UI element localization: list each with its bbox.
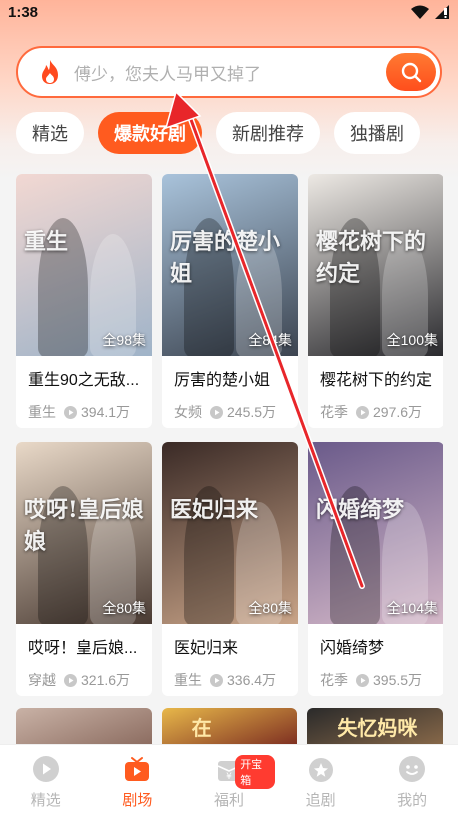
tab-featured[interactable]: 精选 — [16, 112, 84, 154]
nav-label: 福利 — [213, 792, 244, 809]
play-count-icon — [210, 405, 223, 419]
category-tabs: 精选 爆款好剧 新剧推荐 独播剧 — [16, 112, 458, 154]
episode-count: 全104集 — [386, 600, 438, 616]
drama-title: 哎呀！皇后娘... — [28, 640, 138, 657]
nav-label: 剧场 — [122, 792, 153, 809]
poster-title: 厉害的楚小姐 — [170, 229, 281, 287]
drama-title: 闪婚绮梦 — [320, 640, 385, 657]
status-time: 1:38 — [8, 3, 39, 21]
search-bar[interactable]: 傅少，您夫人马甲又掉了 — [16, 46, 442, 98]
drama-poster-partial[interactable] — [16, 708, 152, 748]
drama-meta: 重生 336.4万 — [162, 658, 298, 690]
drama-meta: 重生 394.1万 — [16, 390, 152, 422]
face-icon — [399, 756, 426, 782]
drama-title: 医妃归来 — [174, 640, 239, 657]
drama-title: 樱花树下的约定 — [320, 372, 433, 389]
episode-count: 全100集 — [386, 332, 438, 348]
tab-exclusive[interactable]: 独播剧 — [334, 112, 420, 154]
svg-text:¥: ¥ — [226, 772, 232, 782]
search-input[interactable]: 傅少，您夫人马甲又掉了 — [74, 60, 386, 85]
episode-count: 全80集 — [248, 600, 292, 616]
drama-meta: 穿越 321.6万 — [16, 658, 152, 690]
play-count-icon — [356, 673, 369, 687]
poster-title: 哎呀!皇后娘娘 — [24, 497, 144, 555]
status-icons — [411, 4, 450, 20]
nav-featured[interactable]: 精选 — [0, 745, 92, 820]
drama-title: 厉害的楚小姐 — [174, 372, 271, 389]
star-icon — [308, 758, 333, 782]
bottom-navigation: 精选 剧场 ¥ 开宝箱 福利 追剧 我的 — [0, 744, 458, 820]
nav-label: 精选 — [30, 792, 61, 809]
play-count-icon — [210, 673, 223, 687]
view-count: 245.5万 — [227, 404, 277, 420]
drama-genre: 重生 — [28, 404, 56, 420]
drama-poster: 闪婚绮梦 全104集 — [308, 442, 443, 624]
nav-welfare[interactable]: ¥ 开宝箱 福利 — [183, 745, 275, 820]
battery-icon — [435, 5, 449, 19]
drama-card[interactable]: 闪婚绮梦 全104集 闪婚绮梦 花季 395.5万 — [308, 442, 443, 696]
drama-genre: 花季 — [320, 404, 348, 420]
episode-count: 全80集 — [102, 600, 146, 616]
episode-count: 全84集 — [248, 332, 292, 348]
treasure-box-badge: 开宝箱 — [235, 755, 275, 789]
next-row-partial: 在 失忆妈咪 — [16, 708, 444, 748]
nav-label: 我的 — [397, 792, 428, 809]
status-bar: 1:38 — [0, 0, 458, 24]
play-count-icon — [64, 673, 77, 687]
drama-genre: 花季 — [320, 672, 348, 688]
poster-title: 在 — [191, 716, 212, 740]
drama-meta: 花季 297.6万 — [308, 390, 443, 422]
drama-poster-partial[interactable]: 在 — [161, 708, 298, 748]
drama-card[interactable]: 樱花树下的约定 全100集 樱花树下的约定 花季 297.6万 — [308, 174, 443, 428]
poster-title: 医妃归来 — [170, 497, 259, 523]
drama-title: 重生90之无敌... — [28, 372, 140, 389]
play-count-icon — [64, 405, 77, 419]
fire-icon — [42, 60, 58, 84]
episode-count: 全98集 — [102, 332, 146, 348]
view-count: 336.4万 — [227, 672, 277, 688]
drama-poster: 重生 全98集 — [16, 174, 152, 356]
view-count: 297.6万 — [373, 404, 423, 420]
nav-label: 追剧 — [305, 792, 336, 809]
tab-new-recommendations[interactable]: 新剧推荐 — [216, 112, 320, 154]
drama-genre: 穿越 — [28, 672, 56, 688]
play-count-icon — [356, 405, 369, 419]
search-button[interactable] — [386, 53, 436, 91]
drama-genre: 重生 — [174, 672, 202, 688]
nav-theater[interactable]: 剧场 — [92, 745, 184, 820]
drama-card[interactable]: 哎呀!皇后娘娘 全80集 哎呀！皇后娘... 穿越 321.6万 — [16, 442, 152, 696]
drama-meta: 女频 245.5万 — [162, 390, 298, 422]
drama-card[interactable]: 医妃归来 全80集 医妃归来 重生 336.4万 — [162, 442, 298, 696]
poster-title: 失忆妈咪 — [337, 716, 418, 740]
nav-following[interactable]: 追剧 — [275, 745, 367, 820]
tv-icon — [125, 757, 150, 781]
drama-poster-partial[interactable]: 失忆妈咪 — [307, 708, 444, 748]
drama-poster: 樱花树下的约定 全100集 — [308, 174, 443, 356]
wifi-icon — [411, 5, 429, 19]
drama-poster: 厉害的楚小姐 全84集 — [162, 174, 298, 356]
drama-poster: 医妃归来 全80集 — [162, 442, 298, 624]
drama-genre: 女频 — [174, 404, 202, 420]
tab-hit-dramas[interactable]: 爆款好剧 — [98, 112, 202, 154]
view-count: 395.5万 — [373, 672, 423, 688]
drama-poster: 哎呀!皇后娘娘 全80集 — [16, 442, 152, 624]
search-icon — [401, 62, 422, 83]
drama-card[interactable]: 厉害的楚小姐 全84集 厉害的楚小姐 女频 245.5万 — [162, 174, 298, 428]
poster-title: 重生 — [24, 229, 69, 255]
view-count: 321.6万 — [81, 672, 131, 688]
poster-title: 樱花树下的约定 — [316, 229, 427, 287]
drama-card[interactable]: 重生 全98集 重生90之无敌... 重生 394.1万 — [16, 174, 152, 428]
play-circle-icon — [32, 756, 59, 782]
nav-profile[interactable]: 我的 — [366, 745, 458, 820]
poster-title: 闪婚绮梦 — [316, 497, 405, 523]
view-count: 394.1万 — [81, 404, 131, 420]
drama-meta: 花季 395.5万 — [308, 658, 443, 690]
drama-grid: 重生 全98集 重生90之无敌... 重生 394.1万 厉害的楚小姐 全84集… — [16, 174, 443, 744]
